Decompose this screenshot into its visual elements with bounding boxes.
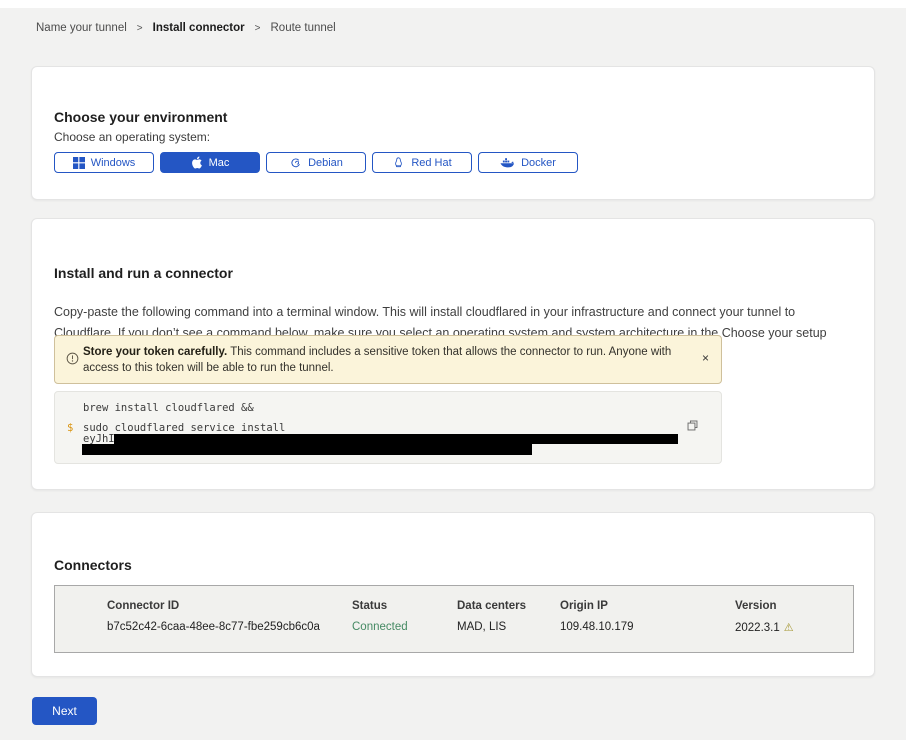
debian-swirl-icon — [289, 156, 302, 169]
os-button-redhat[interactable]: Red Hat — [372, 152, 472, 173]
breadcrumb-step-route-tunnel[interactable]: Route tunnel — [271, 22, 336, 34]
breadcrumb-step-name-your-tunnel[interactable]: Name your tunnel — [36, 22, 127, 34]
status-badge: Connected — [352, 621, 457, 634]
install-connector-card: Install and run a connector Copy-paste t… — [31, 218, 875, 490]
version-warning-icon: ⚠ — [784, 622, 794, 634]
os-button-mac[interactable]: Mac — [160, 152, 260, 173]
shell-prompt: $ — [67, 422, 73, 434]
os-button-label: Debian — [308, 157, 343, 169]
card-title-choose-environment: Choose your environment — [54, 109, 227, 125]
connector-id-value: b7c52c42-6caa-48ee-8c77-fbe259cb6c0a — [107, 621, 352, 634]
os-button-debian[interactable]: Debian — [266, 152, 366, 173]
origin-ip-value: 109.48.10.179 — [560, 621, 735, 634]
copy-icon[interactable] — [686, 419, 699, 435]
apple-logo-icon — [191, 156, 203, 169]
redacted-token-bar-1 — [114, 434, 678, 444]
breadcrumb-separator: > — [137, 23, 143, 34]
connectors-table-header: Connector ID Status Data centers Origin … — [55, 600, 853, 612]
token-warning-text: Store your token carefully. This command… — [83, 344, 675, 376]
close-icon[interactable]: × — [700, 350, 711, 366]
redacted-token-bar-2 — [82, 444, 532, 455]
column-header-version: Version — [735, 600, 853, 612]
card-title-connectors: Connectors — [54, 557, 132, 573]
connector-table-row: b7c52c42-6caa-48ee-8c77-fbe259cb6c0a Con… — [55, 621, 853, 634]
column-header-origin-ip: Origin IP — [560, 600, 735, 612]
version-value: 2022.3.1⚠ — [735, 621, 853, 634]
os-select-label: Choose an operating system: — [54, 130, 210, 144]
code-line-brew-install: brew install cloudflared && — [83, 402, 254, 414]
os-button-label: Mac — [209, 157, 230, 169]
column-header-connector-id: Connector ID — [107, 600, 352, 612]
breadcrumb: Name your tunnel > Install connector > R… — [36, 22, 336, 34]
column-header-status: Status — [352, 600, 457, 612]
breadcrumb-separator: > — [255, 23, 261, 34]
os-button-group: Windows Mac Debian Red Hat — [54, 152, 578, 173]
alert-circle-icon — [66, 352, 79, 365]
data-centers-value: MAD, LIS — [457, 621, 560, 634]
os-button-label: Windows — [91, 157, 136, 169]
os-button-label: Red Hat — [411, 157, 451, 169]
next-button[interactable]: Next — [32, 697, 97, 725]
os-button-docker[interactable]: Docker — [478, 152, 578, 173]
token-warning-bold: Store your token carefully. — [83, 346, 227, 358]
docker-whale-icon — [500, 157, 515, 169]
connectors-card: Connectors Connector ID Status Data cent… — [31, 512, 875, 677]
breadcrumb-step-install-connector[interactable]: Install connector — [153, 22, 245, 34]
redhat-linux-icon — [392, 156, 405, 169]
connectors-table: Connector ID Status Data centers Origin … — [54, 585, 854, 653]
token-warning-banner: Store your token carefully. This command… — [54, 335, 722, 384]
column-header-data-centers: Data centers — [457, 600, 560, 612]
os-button-label: Docker — [521, 157, 556, 169]
windows-logo-icon — [73, 157, 85, 169]
card-title-install-connector: Install and run a connector — [54, 265, 233, 281]
top-white-strip — [0, 0, 906, 8]
os-button-windows[interactable]: Windows — [54, 152, 154, 173]
install-command-codeblock: brew install cloudflared && $ sudo cloud… — [54, 391, 722, 464]
choose-environment-card: Choose your environment Choose an operat… — [31, 66, 875, 200]
